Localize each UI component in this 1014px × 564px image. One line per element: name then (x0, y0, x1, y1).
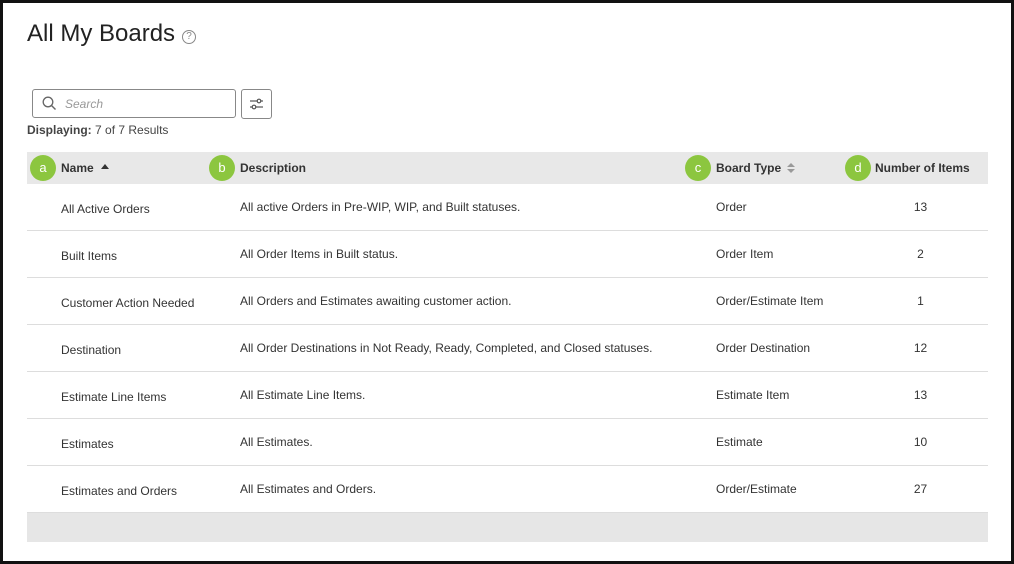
board-type: Estimate (716, 435, 763, 449)
board-description: All active Orders in Pre-WIP, WIP, and B… (240, 200, 521, 214)
board-description: All Order Destinations in Not Ready, Rea… (240, 341, 653, 355)
table-row[interactable]: Destination All Order Destinations in No… (27, 325, 988, 372)
board-item-count: 27 (913, 482, 928, 496)
board-item-count: 1 (917, 294, 924, 308)
board-name[interactable]: Estimates (61, 437, 114, 451)
table-row[interactable]: All Active Orders All active Orders in P… (27, 184, 988, 231)
table-row[interactable]: Estimates and Orders All Estimates and O… (27, 466, 988, 513)
column-header-name[interactable]: Name (61, 152, 109, 184)
board-item-count: 13 (913, 200, 928, 214)
results-value: 7 of 7 Results (95, 123, 169, 137)
board-name[interactable]: Customer Action Needed (61, 296, 194, 310)
callout-badge-d: d (845, 155, 871, 181)
table-row[interactable]: Built Items All Order Items in Built sta… (27, 231, 988, 278)
board-name[interactable]: Destination (61, 343, 121, 357)
board-type: Order/Estimate Item (716, 294, 824, 308)
board-name[interactable]: Built Items (61, 249, 117, 263)
table-row[interactable]: Customer Action Needed All Orders and Es… (27, 278, 988, 325)
table-header: a Name b Description c Board Type d Numb… (27, 152, 988, 184)
column-label-number-of-items: Number of Items (875, 161, 970, 175)
table-footer (27, 513, 988, 542)
column-header-number-of-items[interactable]: Number of Items (875, 152, 970, 184)
board-description: All Order Items in Built status. (240, 247, 399, 261)
column-header-description[interactable]: Description (240, 152, 306, 184)
board-type: Estimate Item (716, 388, 790, 402)
search-input[interactable] (63, 95, 227, 112)
board-item-count: 13 (913, 388, 928, 402)
board-name[interactable]: Estimate Line Items (61, 390, 166, 404)
board-item-count: 2 (917, 247, 924, 261)
sliders-icon (250, 98, 263, 110)
sort-ascending-icon[interactable] (100, 164, 109, 169)
search-box[interactable] (32, 89, 236, 118)
boards-table: a Name b Description c Board Type d Numb… (27, 152, 988, 542)
column-header-board-type[interactable]: Board Type (716, 152, 796, 184)
board-item-count: 10 (913, 435, 928, 449)
page-title-text: All My Boards (27, 20, 176, 47)
table-row[interactable]: Estimates All Estimates. Estimate 10 (27, 419, 988, 466)
table-row[interactable]: Estimate Line Items All Estimate Line It… (27, 372, 988, 419)
board-type: Order (716, 200, 747, 214)
board-name[interactable]: Estimates and Orders (61, 484, 177, 498)
help-icon[interactable]: ? (182, 30, 197, 44)
sort-toggle-icon[interactable] (787, 163, 796, 173)
board-description: All Orders and Estimates awaiting custom… (240, 294, 512, 308)
board-type: Order/Estimate (716, 482, 797, 496)
column-label-description: Description (240, 161, 307, 175)
callout-badge-c: c (685, 155, 711, 181)
page-title: All My Boards ? (27, 20, 197, 48)
board-type: Order Item (716, 247, 774, 261)
results-count: Displaying: 7 of 7 Results (27, 123, 168, 137)
board-item-count: 12 (913, 341, 928, 355)
callout-badge-a: a (30, 155, 56, 181)
filter-button[interactable] (241, 89, 272, 119)
column-label-name: Name (61, 161, 94, 175)
callout-badge-b: b (209, 155, 235, 181)
search-icon (42, 96, 56, 110)
column-label-board-type: Board Type (716, 161, 782, 175)
board-name[interactable]: All Active Orders (61, 202, 150, 216)
board-type: Order Destination (716, 341, 811, 355)
results-label: Displaying: (27, 123, 92, 137)
board-description: All Estimate Line Items. (240, 388, 366, 402)
board-description: All Estimates. (240, 435, 313, 449)
board-description: All Estimates and Orders. (240, 482, 377, 496)
